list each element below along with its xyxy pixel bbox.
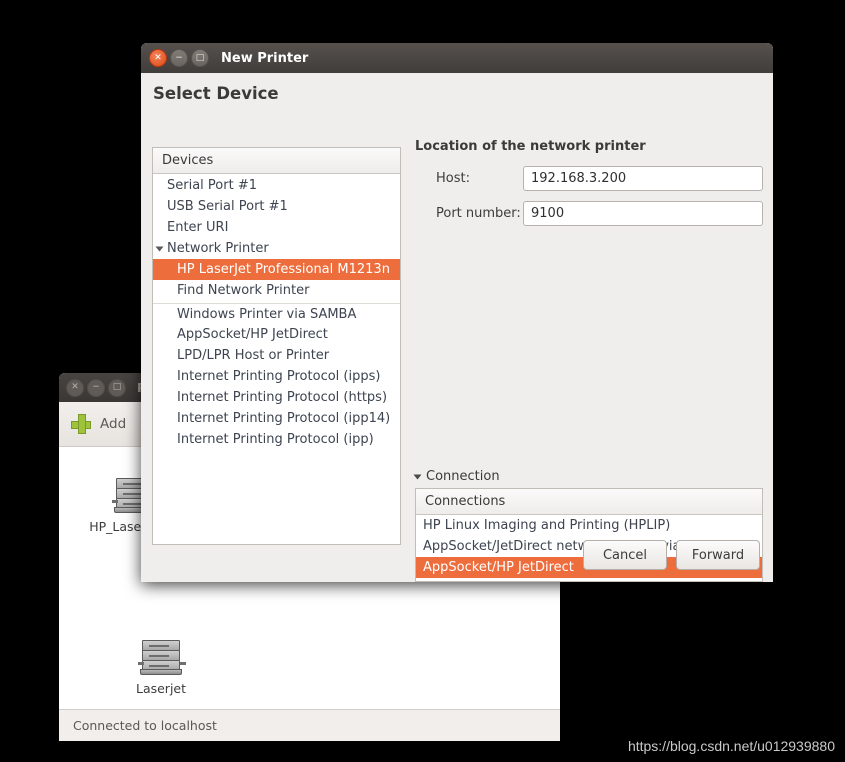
location-section: Location of the network printer Host: 19… [415,139,763,236]
device-row-lpd-lpr-host-or-printer[interactable]: LPD/LPR Host or Printer [153,345,400,366]
maximize-icon[interactable]: □ [191,49,209,67]
screen: ✕ − □ Printers Add HP_LaserJ M12 [0,0,845,762]
connection-disclosure[interactable]: Connection [413,469,763,484]
device-row-label: Enter URI [167,220,229,235]
devices-rows: Serial Port #1 USB Serial Port #1 Enter … [153,174,400,450]
device-row-label: LPD/LPR Host or Printer [177,348,330,363]
device-row-label: Windows Printer via SAMBA [177,306,357,322]
dialog-body: Select Device Devices Serial Port #1 USB… [141,73,773,582]
status-text: Connected to localhost [73,718,217,733]
chevron-down-icon[interactable] [155,246,164,251]
device-row-ipp-https[interactable]: Internet Printing Protocol (https) [153,387,400,408]
close-icon[interactable]: ✕ [66,378,84,397]
devices-column-header: Devices [153,148,400,174]
device-row-label: Internet Printing Protocol (ipp14) [177,411,391,426]
device-row-appsocket-hp-jetdirect[interactable]: AppSocket/HP JetDirect [153,324,400,345]
maximize-icon[interactable]: □ [108,378,126,397]
connection-row-label: HP Linux Imaging and Printing (HPLIP) [423,518,671,533]
connection-row-label: AppSocket/HP JetDirect [423,560,574,575]
dialog-title: New Printer [221,50,309,66]
host-input[interactable]: 192.168.3.200 [523,166,763,191]
device-row-serial-port-1[interactable]: Serial Port #1 [153,175,400,196]
page-title: Select Device [153,84,279,103]
device-row-ipp-ipps[interactable]: Internet Printing Protocol (ipps) [153,366,400,387]
printer-item[interactable]: Laserjet [101,637,221,696]
printer-icon [138,637,186,677]
dialog-titlebar[interactable]: ✕ − □ New Printer [141,43,773,73]
device-row-label: Find Network Printer [177,283,310,298]
device-row-ipp-ipp14[interactable]: Internet Printing Protocol (ipp14) [153,408,400,429]
chevron-down-icon[interactable] [413,474,422,479]
connection-disclosure-label: Connection [426,469,500,484]
device-row-label: Network Printer [167,241,269,256]
device-row-find-network-printer[interactable]: Find Network Printer [153,280,400,301]
device-row-network-printer[interactable]: Network Printer [153,238,400,259]
device-row-usb-serial-port-1[interactable]: USB Serial Port #1 [153,196,400,217]
device-row-label: AppSocket/HP JetDirect [177,327,328,342]
watermark: https://blog.csdn.net/u012939880 [627,738,835,754]
device-row-label: Serial Port #1 [167,178,257,193]
plus-icon [71,414,91,434]
device-row-label: USB Serial Port #1 [167,199,288,214]
device-row-label: Internet Printing Protocol (https) [177,390,388,405]
new-printer-dialog[interactable]: ✕ − □ New Printer Select Device Devices … [141,43,773,582]
device-row-ipp[interactable]: Internet Printing Protocol (ipp) [153,429,400,450]
port-label: Port number: [436,206,521,221]
cancel-button[interactable]: Cancel [583,540,667,570]
forward-button[interactable]: Forward [676,540,760,570]
dialog-button-bar: Cancel Forward [583,540,760,570]
device-row-label: Internet Printing Protocol (ipp) [177,432,374,447]
add-printer-button[interactable]: Add [100,416,126,432]
port-input[interactable]: 9100 [523,201,763,226]
close-icon[interactable]: ✕ [149,49,167,67]
host-label: Host: [436,171,470,186]
status-bar: Connected to localhost [59,709,560,741]
connection-row-hplip[interactable]: HP Linux Imaging and Printing (HPLIP) [416,515,762,536]
minimize-icon[interactable]: − [87,378,105,397]
device-row-label: Internet Printing Protocol (ipps) [177,369,381,384]
host-field-row: Host: 192.168.3.200 [415,166,763,191]
device-row-label: HP LaserJet Professional M1213n [177,262,390,277]
printer-item-label: Laserjet [135,681,187,696]
device-row-enter-uri[interactable]: Enter URI [153,217,400,238]
port-field-row: Port number: 9100 [415,201,763,226]
device-row-windows-printer-via-samba[interactable]: Windows Printer via SAMBA [153,303,400,324]
device-row-hp-laserjet-professional-m1213n[interactable]: HP LaserJet Professional M1213n [153,259,400,280]
location-section-title: Location of the network printer [415,139,646,154]
minimize-icon[interactable]: − [170,49,188,67]
devices-list-panel[interactable]: Devices Serial Port #1 USB Serial Port #… [152,147,401,545]
connections-column-header: Connections [416,489,762,515]
